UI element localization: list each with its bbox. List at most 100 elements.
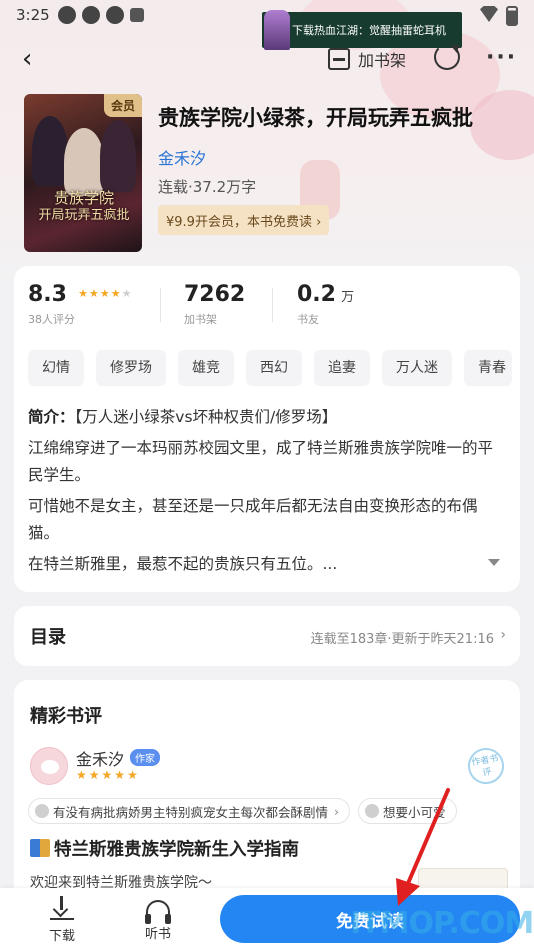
watermark: ITMOP.COM [350,906,534,941]
cover-art [100,120,136,192]
back-button[interactable]: ‹ [22,44,44,74]
synopsis-tagline: 【万人迷小绿茶vs坏种权贵们/修罗场】 [74,408,338,426]
chevron-right-icon: › [334,803,340,819]
ad-text: 下载热血江湖：觉醒抽雷蛇耳机 [292,24,446,37]
listen-button[interactable]: 听书 [128,896,188,942]
tag-chip[interactable]: 修罗场 [96,350,166,386]
synopsis-paragraph: 可惜她不是女主，甚至还是一只成年后都无法自由变换形态的布偶猫。 [28,497,478,542]
battery-icon [506,6,518,26]
synopsis-paragraph: 在特兰斯雅里，最惹不起的贵族只有五位。... [28,555,338,573]
cover-title: 贵族学院 开局玩弄五疯批 [34,190,134,224]
topic-icon [35,804,49,818]
synopsis-intro: 简介：【万人迷小绿茶vs坏种权贵们/修罗场】 [28,404,506,431]
fans-unit: 万 [341,290,355,305]
rating-value: 8.3 [28,282,67,307]
reviewer-stars: ★ ★ ★ ★ ★ [76,768,138,782]
app-notification-icon [82,6,100,24]
headphones-icon [145,900,171,924]
toc-title: 目录 [30,627,66,648]
expand-icon[interactable] [488,559,500,566]
author-badge: 作家 [130,749,160,766]
star-icon: ★ [110,287,121,300]
fans-value: 0.2 [297,282,336,307]
tag-chip[interactable]: 雄竞 [178,350,234,386]
tag-list: 幻情 修罗场 雄竞 西幻 追妻 万人迷 青春 [28,350,512,386]
fans-label: 书友 [297,313,319,326]
tag-chip[interactable]: 万人迷 [382,350,452,386]
book-title: 贵族学院小绿茶，开局玩弄五疯批 [158,106,473,130]
bookshelf-icon [328,48,350,70]
book-status: 连载·37.2万字 [158,178,257,196]
topic-label: 想要小可爱 [383,804,446,820]
wifi-icon [480,6,498,22]
topic-label: 有没有病批病娇男主特别疯宠女主每次都会酥剧情 [53,804,329,820]
tag-chip[interactable]: 西幻 [246,350,302,386]
rating-label: 38人评分 [28,313,75,326]
add-to-shelf-label: 加书架 [358,51,407,70]
blossom-decoration [470,90,534,160]
cover-art [64,128,104,196]
download-label: 下载 [48,929,75,944]
app-notification-icon [58,6,76,24]
toc-status: 连载至183章·更新于昨天21:16 [310,632,494,647]
rating-stat[interactable]: 8.3 ★ ★ ★ ★ ★ 38人评分 [28,282,131,327]
post-title[interactable]: 特兰斯雅贵族学院新生入学指南 [30,836,299,861]
book-info-card: 8.3 ★ ★ ★ ★ ★ 38人评分 7262 加书架 0.2 万 书友 幻情… [14,266,520,592]
tag-chip[interactable]: 幻情 [28,350,84,386]
divider [272,288,273,322]
star-icon: ★ [127,768,138,782]
topic-chip[interactable]: 有没有病批病娇男主特别疯宠女主每次都会酥剧情 › [28,798,351,824]
cover-title-line: 开局玩弄五疯批 [38,208,130,223]
chevron-right-icon: › [500,627,506,643]
shelf-value: 7262 [184,282,246,307]
author-link[interactable]: 金禾汐 [158,145,206,169]
synopsis[interactable]: 简介：【万人迷小绿茶vs坏种权贵们/修罗场】 江绵绵穿进了一本玛丽苏校园文里，成… [28,404,506,582]
topic-chip[interactable]: 想要小可爱 [358,798,457,824]
chevron-left-icon: ‹ [22,44,33,74]
status-time: 3:25 [16,6,50,24]
table-of-contents[interactable]: 目录 连载至183章·更新于昨天21:16 › [14,606,520,666]
synopsis-label: 简介： [28,408,75,426]
tag-chip[interactable]: 追妻 [314,350,370,386]
star-icon: ★ [88,287,99,300]
notification-icons [58,6,144,24]
rating-stars: ★ ★ ★ ★ ★ [78,287,131,300]
fans-stat: 0.2 万 书友 [297,282,354,327]
share-icon[interactable] [434,44,460,70]
tag-chip[interactable]: 青春 [464,350,512,386]
download-button[interactable]: 下载 [32,896,92,944]
star-icon: ★ [78,287,88,300]
vip-badge: 会员 [103,94,142,117]
shelf-stat: 7262 加书架 [184,282,245,327]
star-icon: ★ [99,287,110,300]
download-icon [50,896,74,920]
game-character-icon [264,10,290,50]
system-icons [480,6,518,26]
star-icon: ★ [114,768,126,782]
more-icon[interactable]: ··· [486,45,517,70]
shelf-label: 加书架 [184,313,217,326]
divider [160,288,161,322]
star-icon: ★ [101,768,113,782]
listen-label: 听书 [144,927,171,942]
cover-title-line: 贵族学院 [53,189,114,207]
synopsis-paragraph: 江绵绵穿进了一本玛丽苏校园文里，成了特兰斯雅贵族学院唯一的平民学生。 [28,439,494,484]
app-notification-icon [106,6,124,24]
star-icon: ★ [121,287,132,300]
app-notification-icon [130,8,144,22]
post-title-text: 特兰斯雅贵族学院新生入学指南 [54,840,299,860]
vip-promo-button[interactable]: ¥9.9开会员，本书免费读 › [158,205,330,235]
add-to-shelf-button[interactable]: 加书架 [328,44,406,74]
reviews-heading: 精彩书评 [30,706,102,727]
books-icon [30,839,50,857]
ad-banner[interactable]: 下载热血江湖：觉醒抽雷蛇耳机 [262,10,462,50]
star-icon: ★ [88,768,100,782]
book-cover[interactable]: 会员 贵族学院 开局玩弄五疯批 [24,94,142,252]
star-icon: ★ [76,768,87,782]
topic-icon [365,804,380,818]
topic-list: 有没有病批病娇男主特别疯宠女主每次都会酥剧情 › 想要小可爱 [28,798,457,824]
author-review-stamp: 作者书评 [465,745,507,787]
cover-art [32,116,68,186]
avatar[interactable] [30,747,68,785]
reviewer-name[interactable]: 金禾汐 [76,746,124,770]
